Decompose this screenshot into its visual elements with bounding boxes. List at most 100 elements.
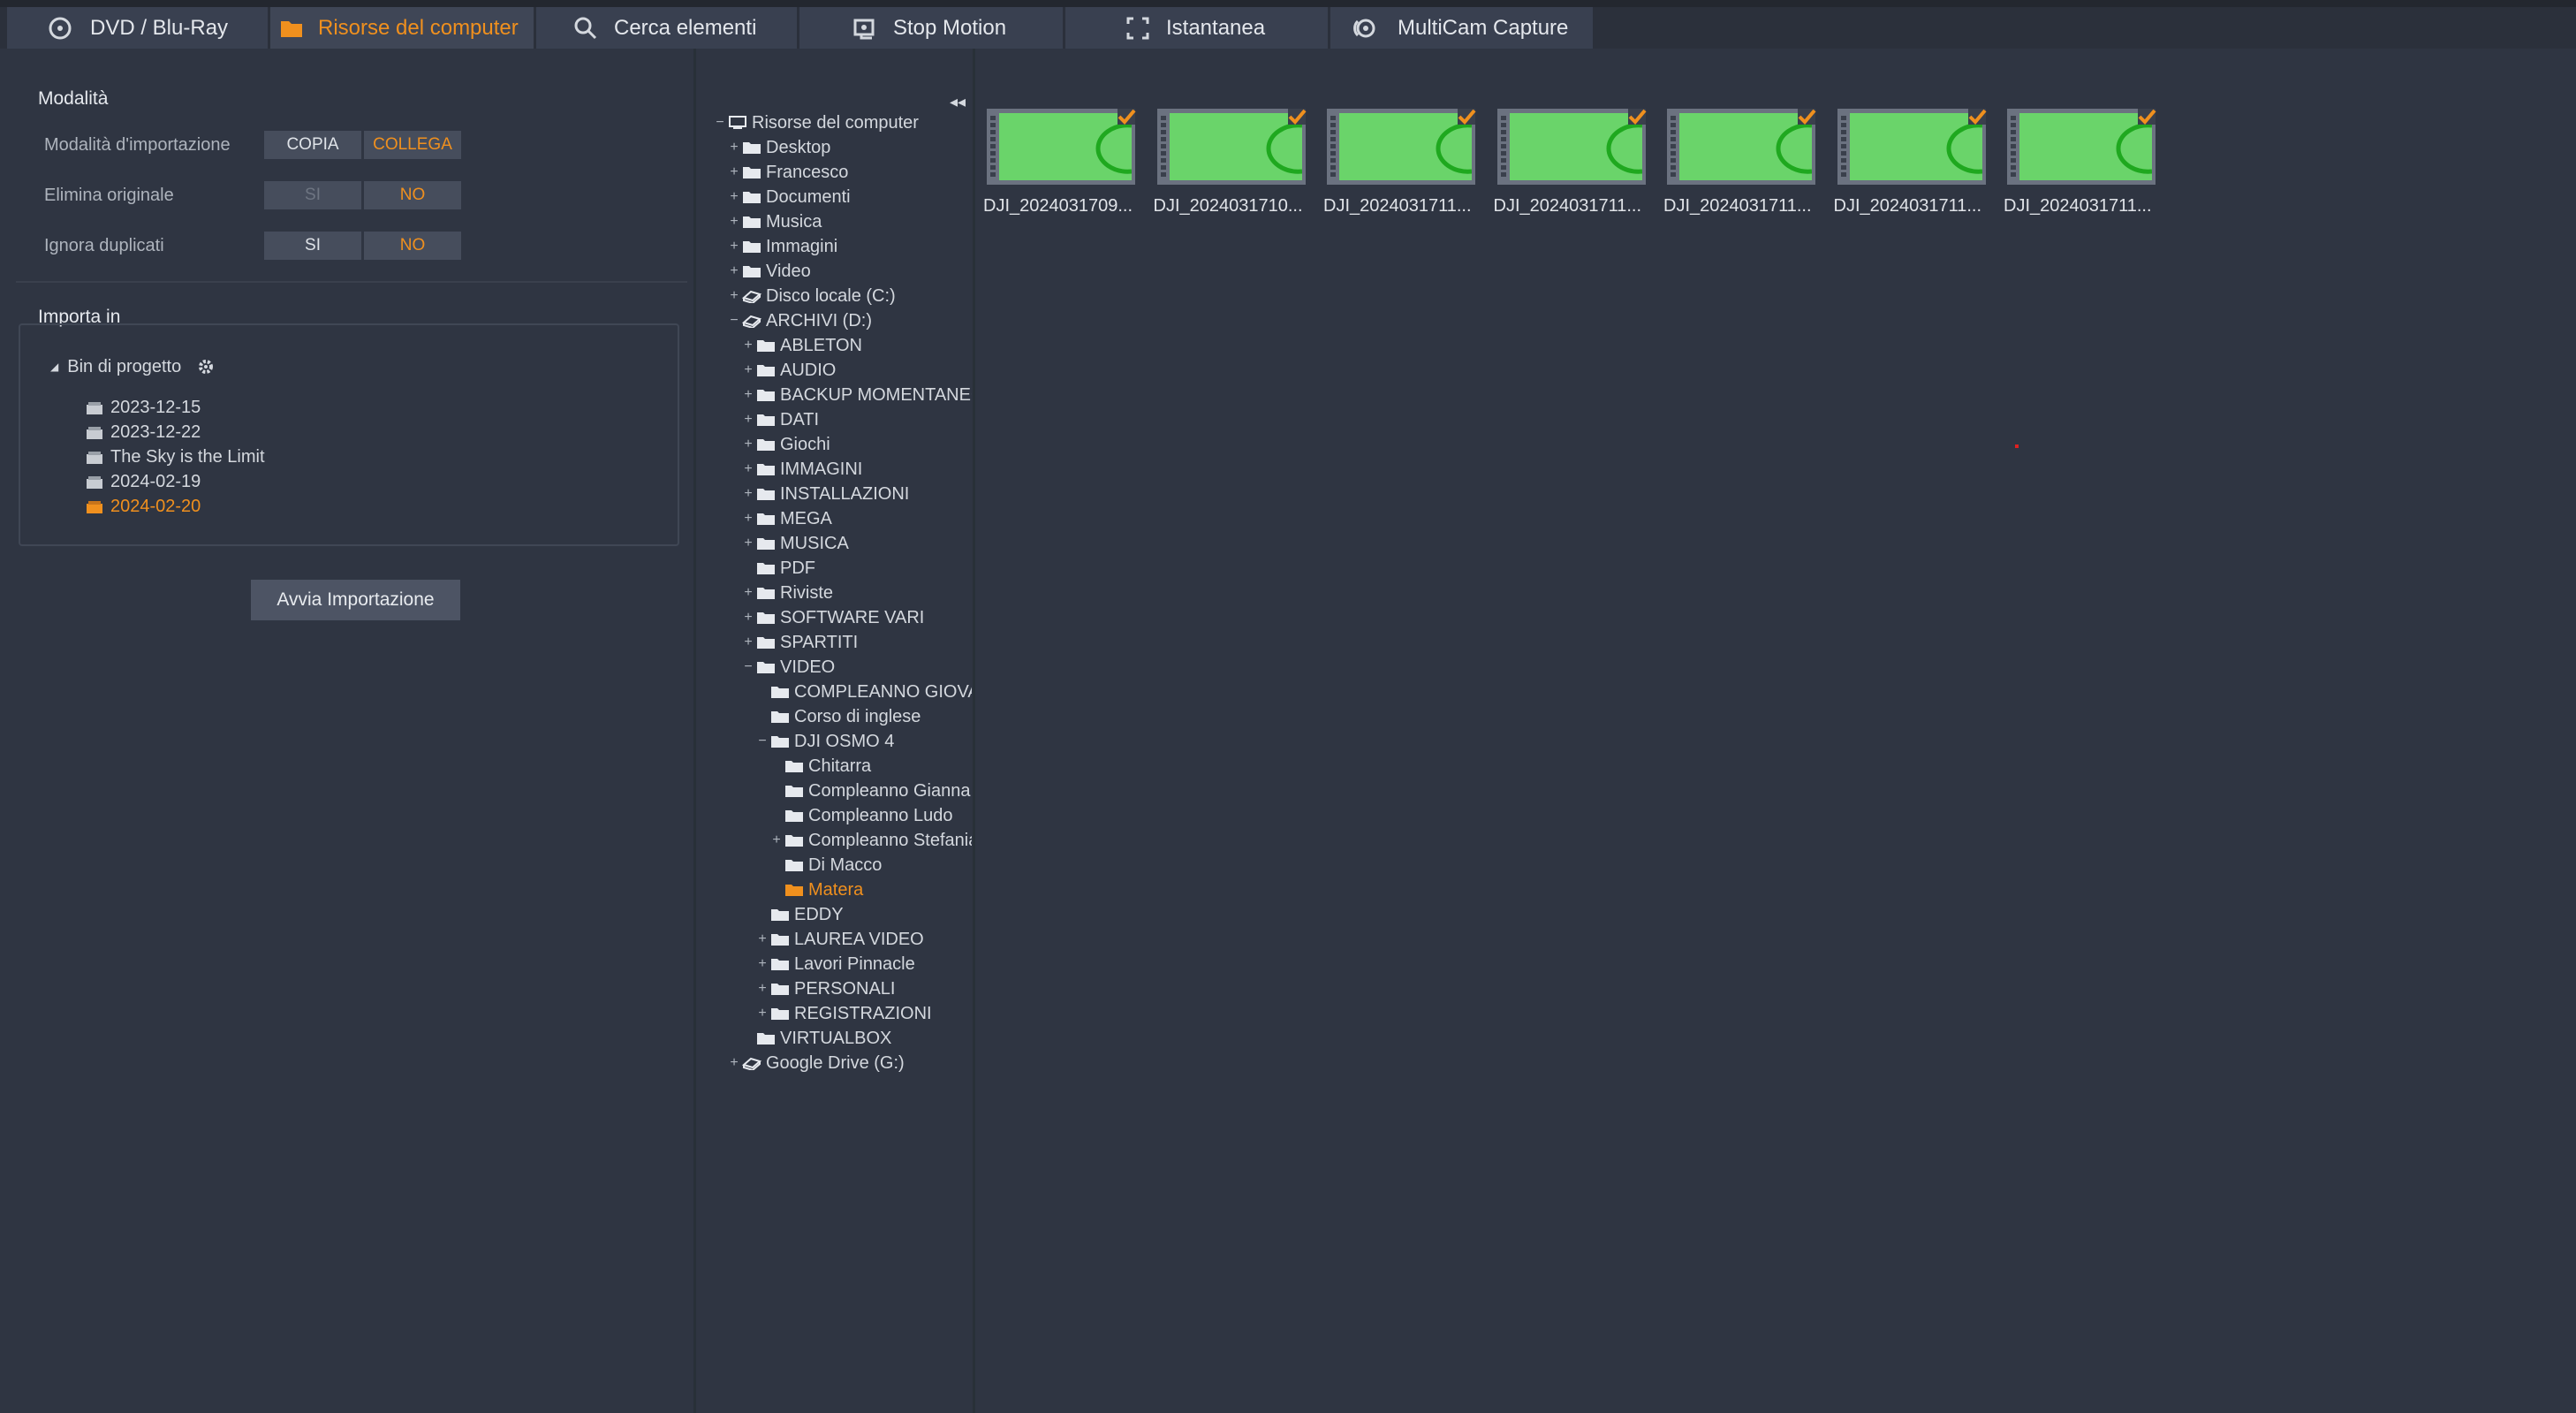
tree-item[interactable]: + MEGA bbox=[742, 506, 832, 531]
expand-icon[interactable]: + bbox=[742, 362, 754, 378]
expand-icon[interactable]: + bbox=[742, 585, 754, 601]
collapse-icon[interactable]: − bbox=[728, 313, 740, 329]
tree-item[interactable]: − VIDEO bbox=[742, 655, 835, 680]
expand-icon[interactable]: + bbox=[728, 288, 740, 304]
expand-icon[interactable]: + bbox=[742, 412, 754, 428]
expand-icon[interactable]: + bbox=[742, 338, 754, 353]
tree-item[interactable]: − DJI OSMO 4 bbox=[756, 729, 894, 754]
tree-item[interactable]: + MUSICA bbox=[742, 531, 848, 556]
import-mode-collega-button[interactable]: COLLEGA bbox=[364, 131, 461, 159]
expand-icon[interactable]: + bbox=[728, 1055, 740, 1071]
tree-item-selected[interactable]: Matera bbox=[770, 877, 863, 902]
tree-item[interactable]: − ARCHIVI (D:) bbox=[728, 308, 872, 333]
tree-item[interactable]: + SOFTWARE VARI bbox=[742, 605, 924, 630]
ignore-duplicates-si-button[interactable]: SI bbox=[264, 232, 361, 260]
bin-root-item[interactable]: ◢ Bin di progetto bbox=[50, 356, 218, 377]
tree-item[interactable]: + Francesco bbox=[728, 160, 848, 185]
media-thumbnail[interactable]: DJI_2024031711... bbox=[1323, 109, 1486, 241]
tree-item[interactable]: Compleanno Gianna bbox=[770, 779, 970, 803]
panel-divider[interactable] bbox=[693, 49, 696, 1413]
tab-cerca-elementi[interactable]: Cerca elementi bbox=[536, 7, 797, 49]
bin-item[interactable]: 2023-12-22 bbox=[86, 422, 201, 443]
panel-divider[interactable] bbox=[973, 49, 975, 1413]
expand-icon[interactable]: + bbox=[742, 387, 754, 403]
checkmark-icon[interactable] bbox=[1286, 107, 1307, 126]
expand-icon[interactable]: + bbox=[742, 536, 754, 551]
tree-item[interactable]: Di Macco bbox=[770, 853, 882, 877]
checkmark-icon[interactable] bbox=[1796, 107, 1817, 126]
expand-icon[interactable]: + bbox=[728, 189, 740, 205]
tree-item[interactable]: Corso di inglese bbox=[756, 704, 921, 729]
expand-icon[interactable]: + bbox=[728, 239, 740, 254]
delete-original-si-button[interactable]: SI bbox=[264, 181, 361, 209]
bin-item[interactable]: 2024-02-19 bbox=[86, 472, 201, 492]
expand-icon[interactable]: + bbox=[742, 437, 754, 452]
media-thumbnail[interactable]: DJI_2024031710... bbox=[1154, 107, 1316, 241]
expand-icon[interactable]: + bbox=[742, 511, 754, 527]
tree-item[interactable]: EDDY bbox=[756, 902, 844, 927]
tree-item[interactable]: + AUDIO bbox=[742, 358, 836, 383]
expand-icon[interactable]: + bbox=[728, 140, 740, 156]
expand-icon[interactable]: + bbox=[770, 832, 783, 848]
bin-item[interactable]: The Sky is the Limit bbox=[86, 447, 265, 467]
checkmark-icon[interactable] bbox=[1966, 107, 1988, 126]
tree-item[interactable]: + Google Drive (G:) bbox=[728, 1051, 904, 1075]
checkmark-icon[interactable] bbox=[1116, 107, 1137, 126]
expand-icon[interactable]: + bbox=[728, 263, 740, 279]
expand-icon[interactable]: + bbox=[742, 610, 754, 626]
tab-risorse-computer[interactable]: Risorse del computer bbox=[270, 7, 534, 49]
tree-item[interactable]: PDF bbox=[742, 556, 815, 581]
tree-item[interactable]: + DATI bbox=[742, 407, 819, 432]
start-import-button[interactable]: Avvia Importazione bbox=[251, 580, 460, 620]
tree-item[interactable]: + Video bbox=[728, 259, 810, 284]
tree-item[interactable]: + Disco locale (C:) bbox=[728, 284, 895, 308]
expand-icon[interactable]: + bbox=[742, 486, 754, 502]
tab-multicam-capture[interactable]: MultiCam Capture bbox=[1330, 7, 1593, 49]
media-thumbnail[interactable]: DJI_2024031711... bbox=[2004, 107, 2166, 241]
tree-item[interactable]: + Desktop bbox=[728, 135, 830, 160]
tree-item[interactable]: + Documenti bbox=[728, 185, 850, 209]
tree-item[interactable]: + Compleanno Stefania bbox=[770, 828, 972, 853]
tree-item[interactable]: + REGISTRAZIONI bbox=[756, 1001, 931, 1026]
tree-item[interactable]: + INSTALLAZIONI bbox=[742, 482, 909, 506]
ignore-duplicates-no-button[interactable]: NO bbox=[364, 232, 461, 260]
tab-istantanea[interactable]: Istantanea bbox=[1065, 7, 1328, 49]
tree-item[interactable]: + LAUREA VIDEO bbox=[756, 927, 923, 952]
import-mode-copia-button[interactable]: COPIA bbox=[264, 131, 361, 159]
tree-item[interactable]: VIRTUALBOX bbox=[742, 1026, 891, 1051]
expand-icon[interactable]: + bbox=[728, 214, 740, 230]
tree-item[interactable]: + Lavori Pinnacle bbox=[756, 952, 914, 976]
tab-stop-motion[interactable]: Stop Motion bbox=[799, 7, 1063, 49]
tree-item[interactable]: − Risorse del computer bbox=[714, 110, 919, 135]
tree-item[interactable]: + PERSONALI bbox=[756, 976, 895, 1001]
collapse-icon[interactable]: − bbox=[742, 659, 754, 675]
tab-dvd-bluray[interactable]: DVD / Blu-Ray bbox=[7, 7, 268, 49]
tree-item[interactable]: + BACKUP MOMENTANEO bbox=[742, 383, 972, 407]
tree-item[interactable]: + ABLETON bbox=[742, 333, 862, 358]
delete-original-no-button[interactable]: NO bbox=[364, 181, 461, 209]
tree-item[interactable]: + SPARTITI bbox=[742, 630, 858, 655]
tree-item[interactable]: + Immagini bbox=[728, 234, 837, 259]
expand-icon[interactable]: + bbox=[756, 956, 769, 972]
tree-item[interactable]: + IMMAGINI bbox=[742, 457, 862, 482]
bin-item[interactable]: 2023-12-15 bbox=[86, 398, 201, 418]
tree-item[interactable]: + Musica bbox=[728, 209, 822, 234]
expand-icon[interactable]: + bbox=[742, 634, 754, 650]
expand-icon[interactable]: + bbox=[756, 981, 769, 997]
checkmark-icon[interactable] bbox=[1626, 107, 1648, 126]
expand-icon[interactable]: + bbox=[742, 461, 754, 477]
checkmark-icon[interactable] bbox=[2136, 107, 2157, 126]
collapse-icon[interactable]: − bbox=[714, 115, 726, 131]
settings-icon[interactable] bbox=[193, 356, 218, 377]
media-thumbnail[interactable]: DJI_2024031711... bbox=[1834, 107, 1996, 241]
tree-item[interactable]: + Giochi bbox=[742, 432, 830, 457]
tree-item[interactable]: Chitarra bbox=[770, 754, 871, 779]
expand-icon[interactable]: + bbox=[756, 931, 769, 947]
tree-item[interactable]: Compleanno Ludo bbox=[770, 803, 952, 828]
media-thumbnail[interactable]: DJI_2024031709... bbox=[983, 107, 1146, 241]
tree-item[interactable]: + Riviste bbox=[742, 581, 833, 605]
expand-icon[interactable]: + bbox=[728, 164, 740, 180]
media-thumbnail[interactable]: DJI_2024031711... bbox=[1494, 107, 1656, 241]
media-thumbnail[interactable]: DJI_2024031711... bbox=[1663, 107, 1826, 241]
bin-item-selected[interactable]: 2024-02-20 bbox=[86, 497, 201, 517]
